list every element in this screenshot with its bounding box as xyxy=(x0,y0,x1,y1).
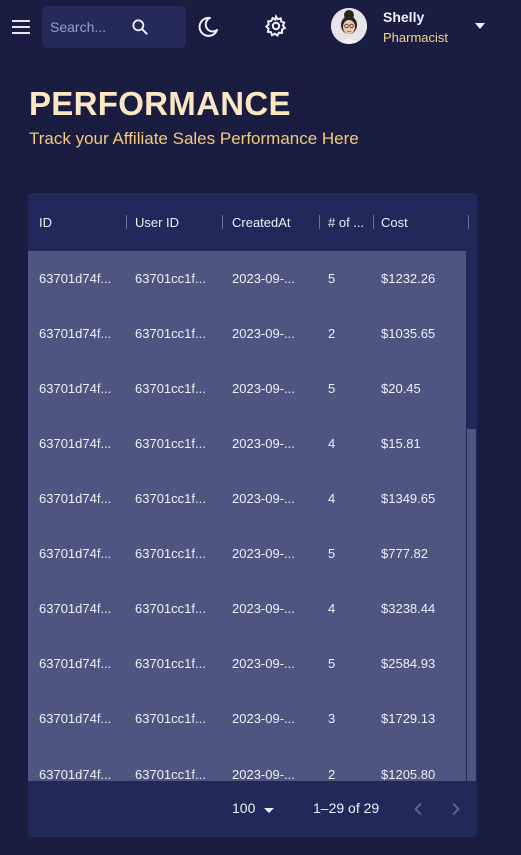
search-input[interactable] xyxy=(50,15,130,39)
cell-cost: $1232.26 xyxy=(381,271,436,286)
table-row[interactable]: 63701d74f... 63701cc1f... 2023-09-... 4 … xyxy=(28,581,466,636)
chevron-left-icon[interactable] xyxy=(408,799,428,819)
cell-created-at: 2023-09-... xyxy=(232,546,295,561)
search-icon[interactable] xyxy=(130,17,150,37)
column-header-created-at[interactable]: CreatedAt xyxy=(232,215,291,230)
cell-count: 2 xyxy=(328,326,336,341)
cell-user-id: 63701cc1f... xyxy=(135,711,206,726)
data-grid: ID User ID CreatedAt # of ... Cost 63701… xyxy=(28,193,477,837)
column-header-count[interactable]: # of ... xyxy=(328,215,364,230)
cell-user-id: 63701cc1f... xyxy=(135,767,206,781)
cell-count: 4 xyxy=(328,491,336,506)
table-row[interactable]: 63701d74f... 63701cc1f... 2023-09-... 4 … xyxy=(28,471,466,526)
cell-cost: $2584.93 xyxy=(381,656,436,671)
cell-id: 63701d74f... xyxy=(39,711,112,726)
table-row[interactable]: 63701d74f... 63701cc1f... 2023-09-... 2 … xyxy=(28,306,466,361)
table-row[interactable]: 63701d74f... 63701cc1f... 2023-09-... 5 … xyxy=(28,251,466,306)
column-separator[interactable] xyxy=(468,215,469,229)
table-row[interactable]: 63701d74f... 63701cc1f... 2023-09-... 5 … xyxy=(28,361,466,416)
cell-cost: $1205.80 xyxy=(381,767,436,781)
grid-body: 63701d74f... 63701cc1f... 2023-09-... 5 … xyxy=(28,251,466,781)
column-separator[interactable] xyxy=(373,215,374,229)
column-separator[interactable] xyxy=(222,215,223,229)
cell-id: 63701d74f... xyxy=(39,491,112,506)
cell-user-id: 63701cc1f... xyxy=(135,271,206,286)
cell-id: 63701d74f... xyxy=(39,436,112,451)
chevron-right-icon[interactable] xyxy=(446,799,466,819)
cell-cost: $1349.65 xyxy=(381,491,436,506)
cell-user-id: 63701cc1f... xyxy=(135,546,206,561)
chevron-down-icon[interactable] xyxy=(471,17,489,35)
cell-user-id: 63701cc1f... xyxy=(135,656,206,671)
chevron-down-icon[interactable] xyxy=(262,803,276,817)
cell-created-at: 2023-09-... xyxy=(232,601,295,616)
cell-user-id: 63701cc1f... xyxy=(135,326,206,341)
cell-count: 5 xyxy=(328,381,336,396)
page-subtitle: Track your Affiliate Sales Performance H… xyxy=(29,129,359,148)
cell-id: 63701d74f... xyxy=(39,271,112,286)
top-bar: Shelly Pharmacist xyxy=(0,0,521,54)
cell-count: 5 xyxy=(328,271,336,286)
search-box xyxy=(42,6,186,48)
cell-created-at: 2023-09-... xyxy=(232,436,295,451)
gear-icon[interactable] xyxy=(264,14,288,38)
scrollbar-thumb[interactable] xyxy=(467,429,476,781)
cell-created-at: 2023-09-... xyxy=(232,491,295,506)
table-row[interactable]: 63701d74f... 63701cc1f... 2023-09-... 3 … xyxy=(28,691,466,746)
grid-footer: 100 1–29 of 29 xyxy=(28,781,477,837)
cell-id: 63701d74f... xyxy=(39,656,112,671)
cell-count: 2 xyxy=(328,767,336,781)
table-row[interactable]: 63701d74f... 63701cc1f... 2023-09-... 2 … xyxy=(28,747,466,781)
cell-count: 5 xyxy=(328,546,336,561)
pagination-range: 1–29 of 29 xyxy=(313,800,380,816)
column-separator[interactable] xyxy=(319,215,320,229)
cell-user-id: 63701cc1f... xyxy=(135,381,206,396)
cell-cost: $1035.65 xyxy=(381,326,436,341)
rows-per-page-select[interactable]: 100 xyxy=(232,800,255,816)
cell-id: 63701d74f... xyxy=(39,767,112,781)
user-role: Pharmacist xyxy=(383,30,449,45)
cell-cost: $777.82 xyxy=(381,546,428,561)
cell-id: 63701d74f... xyxy=(39,326,112,341)
moon-icon[interactable] xyxy=(196,15,220,39)
cell-count: 4 xyxy=(328,436,336,451)
cell-created-at: 2023-09-... xyxy=(232,326,295,341)
grid-header: ID User ID CreatedAt # of ... Cost xyxy=(28,193,477,251)
cell-user-id: 63701cc1f... xyxy=(135,601,206,616)
column-separator[interactable] xyxy=(126,215,127,229)
cell-created-at: 2023-09-... xyxy=(232,711,295,726)
column-header-cost[interactable]: Cost xyxy=(381,215,408,230)
cell-cost: $1729.13 xyxy=(381,711,436,726)
cell-created-at: 2023-09-... xyxy=(232,656,295,671)
cell-created-at: 2023-09-... xyxy=(232,271,295,286)
avatar-image xyxy=(331,8,367,44)
cell-cost: $15.81 xyxy=(381,436,421,451)
cell-count: 3 xyxy=(328,711,336,726)
user-name: Shelly xyxy=(383,9,425,25)
cell-cost: $3238.44 xyxy=(381,601,436,616)
cell-id: 63701d74f... xyxy=(39,381,112,396)
page-title: PERFORMANCE xyxy=(29,85,291,122)
column-header-id[interactable]: ID xyxy=(39,215,52,230)
cell-id: 63701d74f... xyxy=(39,546,112,561)
menu-icon[interactable] xyxy=(10,16,34,38)
cell-count: 5 xyxy=(328,656,336,671)
avatar[interactable] xyxy=(331,8,367,44)
cell-created-at: 2023-09-... xyxy=(232,381,295,396)
table-row[interactable]: 63701d74f... 63701cc1f... 2023-09-... 5 … xyxy=(28,526,466,581)
table-row[interactable]: 63701d74f... 63701cc1f... 2023-09-... 5 … xyxy=(28,636,466,691)
column-header-user-id[interactable]: User ID xyxy=(135,215,179,230)
cell-created-at: 2023-09-... xyxy=(232,767,295,781)
cell-cost: $20.45 xyxy=(381,381,421,396)
cell-count: 4 xyxy=(328,601,336,616)
cell-user-id: 63701cc1f... xyxy=(135,491,206,506)
table-row[interactable]: 63701d74f... 63701cc1f... 2023-09-... 4 … xyxy=(28,416,466,471)
cell-user-id: 63701cc1f... xyxy=(135,436,206,451)
cell-id: 63701d74f... xyxy=(39,601,112,616)
